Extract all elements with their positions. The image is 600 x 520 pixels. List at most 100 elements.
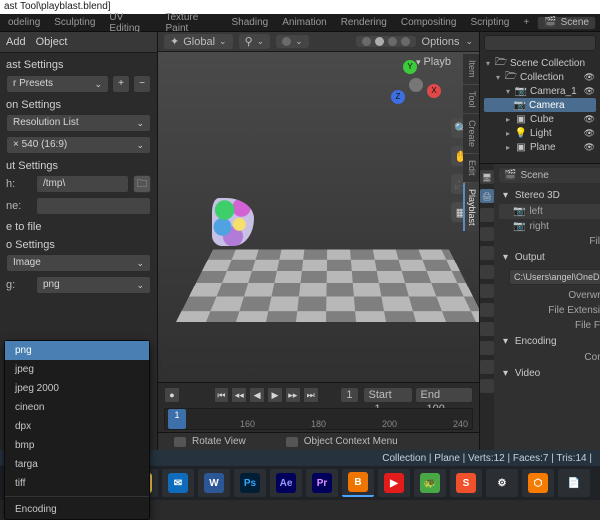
taskbar-blender[interactable]: B (342, 469, 374, 497)
taskbar-app-1[interactable]: 🐢 (414, 469, 446, 497)
vtab-tool[interactable]: Tool (463, 85, 479, 114)
resolution-value-dropdown[interactable]: × 540 (16:9) ⌄ (6, 136, 151, 154)
container-dropdown[interactable]: Image ⌄ (6, 254, 151, 272)
gizmo-x-axis[interactable]: X (427, 84, 441, 98)
tree-light[interactable]: ▸ 💡 Light 👁 (484, 126, 596, 140)
encoding-section[interactable]: ▾ Encoding (499, 333, 600, 350)
taskbar-youtube[interactable]: ▶ (378, 469, 410, 497)
gizmo-center[interactable] (409, 78, 423, 92)
menu-add[interactable]: Add (6, 36, 26, 48)
ws-tab-scripting[interactable]: Scripting (464, 15, 515, 30)
visibility-icon[interactable]: 👁 (584, 128, 596, 139)
taskbar-settings[interactable]: ⚙ (486, 469, 518, 497)
taskbar-app-2[interactable]: S (450, 469, 482, 497)
menu-object[interactable]: Object (36, 36, 68, 48)
video-section[interactable]: ▾ Video (499, 365, 600, 382)
taskbar-after-effects[interactable]: Ae (270, 469, 302, 497)
stereo-right-row[interactable]: 📷 right (499, 219, 600, 234)
ptab-object[interactable] (480, 265, 494, 279)
outliner-search[interactable] (484, 35, 596, 51)
ws-tab-shading[interactable]: Shading (226, 15, 275, 30)
shading-toggles[interactable] (356, 36, 416, 47)
preset-remove-button[interactable]: − (133, 75, 151, 93)
format-option-png[interactable]: png (5, 341, 149, 360)
format-dropdown[interactable]: png ⌄ (36, 276, 151, 294)
ws-tab-modeling[interactable]: odeling (2, 15, 46, 30)
jump-start-button[interactable]: ⏮ (214, 387, 230, 403)
tree-camera[interactable]: 📷 Camera (484, 98, 596, 112)
ws-tab-compositing[interactable]: Compositing (395, 15, 463, 30)
preset-add-button[interactable]: + (112, 75, 130, 93)
ptab-particles[interactable] (480, 303, 494, 317)
autokey-button[interactable]: ● (164, 387, 180, 403)
visibility-icon[interactable]: 👁 (584, 72, 596, 83)
gizmo-y-axis[interactable]: Y (403, 60, 417, 74)
timeline-ruler[interactable]: 1 120 160 180 200 240 (164, 408, 473, 430)
playhead[interactable]: 1 (168, 409, 186, 429)
path-field[interactable]: /tmp\ (36, 175, 129, 193)
ptab-render[interactable]: 🖥 (480, 170, 494, 184)
name-field[interactable] (36, 197, 151, 215)
navigation-gizmo[interactable]: X Y Z (391, 60, 441, 110)
taskbar-premiere[interactable]: Pr (306, 469, 338, 497)
tree-collection[interactable]: ▾ 🗁 Collection 👁 (484, 70, 596, 84)
taskbar-mail[interactable]: ✉ (162, 469, 194, 497)
orientation-dropdown[interactable]: ✦ Global ⌄ (164, 34, 233, 49)
3d-viewport[interactable]: ▾ Playb X Y Z 🔍 ✋ 🎥 ▦ (158, 52, 479, 382)
format-option-tiff[interactable]: tiff (5, 474, 149, 493)
output-path-field[interactable]: C:\Users\angel\OneDr (509, 269, 600, 285)
tree-plane[interactable]: ▸ ▣ Plane 👁 (484, 140, 596, 154)
tree-camera-1[interactable]: ▾ 📷 Camera_1 👁 (484, 84, 596, 98)
vtab-edit[interactable]: Edit (463, 154, 479, 182)
format-option-jpeg2000[interactable]: jpeg 2000 (5, 379, 149, 398)
tree-scene-collection[interactable]: ▾ 🗁 Scene Collection (484, 56, 596, 70)
options-dropdown[interactable]: Options (422, 36, 460, 48)
ptab-scene[interactable] (480, 227, 494, 241)
ptab-material[interactable] (480, 379, 494, 393)
presets-dropdown[interactable]: r Presets ⌄ (6, 75, 109, 93)
key-next-button[interactable]: ▸▸ (285, 387, 301, 403)
ws-tab-sculpting[interactable]: Sculpting (48, 15, 101, 30)
stereo-section[interactable]: ▾ Stereo 3D (499, 187, 600, 204)
ptab-output[interactable]: 🖨 (480, 189, 494, 203)
scene-selector[interactable]: 🎬 Scene (537, 16, 596, 30)
start-frame-field[interactable]: Start 1 (363, 387, 413, 403)
jump-end-button[interactable]: ⏭ (303, 387, 319, 403)
format-option-encoding[interactable]: Encoding (5, 500, 149, 519)
format-option-targa[interactable]: targa (5, 455, 149, 474)
output-section[interactable]: ▾ Output (499, 249, 600, 266)
scene-name-field[interactable]: 🎬 Scene (499, 168, 600, 183)
end-frame-field[interactable]: End 100 (415, 387, 473, 403)
tree-cube[interactable]: ▸ ▣ Cube 👁 (484, 112, 596, 126)
ptab-world[interactable] (480, 246, 494, 260)
browse-folder-button[interactable]: 🗀 (133, 175, 151, 193)
taskbar-app-4[interactable]: 📄 (558, 469, 590, 497)
vtab-create[interactable]: Create (463, 114, 479, 153)
current-frame-field[interactable]: 1 (340, 387, 358, 403)
taskbar-app-3[interactable]: ⬡ (522, 469, 554, 497)
viewport-object[interactable] (212, 198, 254, 246)
format-option-jpeg[interactable]: jpeg (5, 360, 149, 379)
vtab-playblast[interactable]: Playblast (463, 183, 479, 232)
proportional-edit[interactable]: ⌄ (276, 35, 309, 48)
taskbar-photoshop[interactable]: Ps (234, 469, 266, 497)
resolution-list-dropdown[interactable]: Resolution List ⌄ (6, 114, 151, 132)
format-option-dpx[interactable]: dpx (5, 417, 149, 436)
play-fwd-button[interactable]: ▶ (267, 387, 283, 403)
ws-tab-plus[interactable]: + (517, 15, 535, 30)
ptab-data[interactable] (480, 360, 494, 374)
key-prev-button[interactable]: ◂◂ (231, 387, 247, 403)
play-rev-button[interactable]: ◀ (249, 387, 265, 403)
stereo-left-row[interactable]: 📷 left (499, 204, 600, 219)
taskbar-word[interactable]: W (198, 469, 230, 497)
format-option-bmp[interactable]: bmp (5, 436, 149, 455)
gizmo-z-axis[interactable]: Z (391, 90, 405, 104)
format-option-cineon[interactable]: cineon (5, 398, 149, 417)
ws-tab-animation[interactable]: Animation (276, 15, 332, 30)
ptab-modifiers[interactable] (480, 284, 494, 298)
ptab-view[interactable] (480, 208, 494, 222)
visibility-icon[interactable]: 👁 (584, 114, 596, 125)
ptab-constraints[interactable] (480, 341, 494, 355)
visibility-icon[interactable]: 👁 (584, 86, 596, 97)
ptab-physics[interactable] (480, 322, 494, 336)
